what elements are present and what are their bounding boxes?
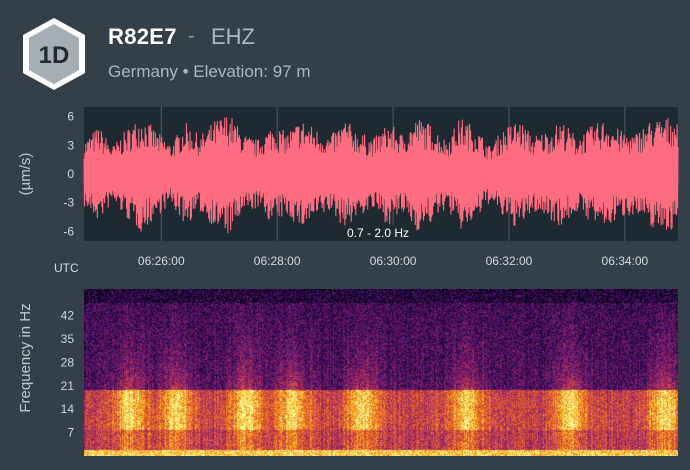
spectrogram-y-tick-label: 42 [61, 309, 75, 323]
spectrogram-y-tick-label: 14 [61, 402, 75, 416]
waveform-y-tick-label: 3 [67, 138, 74, 152]
filter-annotation: 0.7 - 2.0 Hz [347, 226, 409, 240]
spectrogram-y-tick-label: 35 [61, 332, 75, 346]
x-tick-label: 06:26:00 [138, 254, 185, 268]
x-tick-label: 06:32:00 [486, 254, 533, 268]
waveform-y-tick-label: 0 [67, 167, 74, 181]
waveform-y-axis-label: (µm/s) [17, 153, 34, 196]
waveform-x-ticks: 06:26:00 06:28:00 06:30:00 06:32:00 06:34:00 [138, 254, 649, 268]
x-axis-utc-label: UTC [54, 261, 79, 275]
x-tick-label: 06:34:00 [602, 254, 649, 268]
waveform-y-tick-label: -6 [63, 224, 74, 238]
waveform-y-ticks: 6 3 0 -3 -6 [63, 110, 74, 239]
waveform-y-tick-label: -3 [63, 196, 74, 210]
x-tick-label: 06:30:00 [370, 254, 417, 268]
spectrogram-y-tick-label: 7 [67, 426, 74, 440]
x-tick-label: 06:28:00 [254, 254, 301, 268]
spectrogram-y-tick-label: 28 [61, 355, 75, 369]
spectrogram-y-ticks: 42 35 28 21 14 7 [61, 309, 75, 440]
spectrogram-heatmap [84, 289, 678, 456]
spectrogram-y-axis-label: Frequency in Hz [17, 303, 34, 412]
spectrogram-y-tick-label: 21 [61, 379, 75, 393]
waveform-y-tick-label: 6 [67, 110, 74, 124]
